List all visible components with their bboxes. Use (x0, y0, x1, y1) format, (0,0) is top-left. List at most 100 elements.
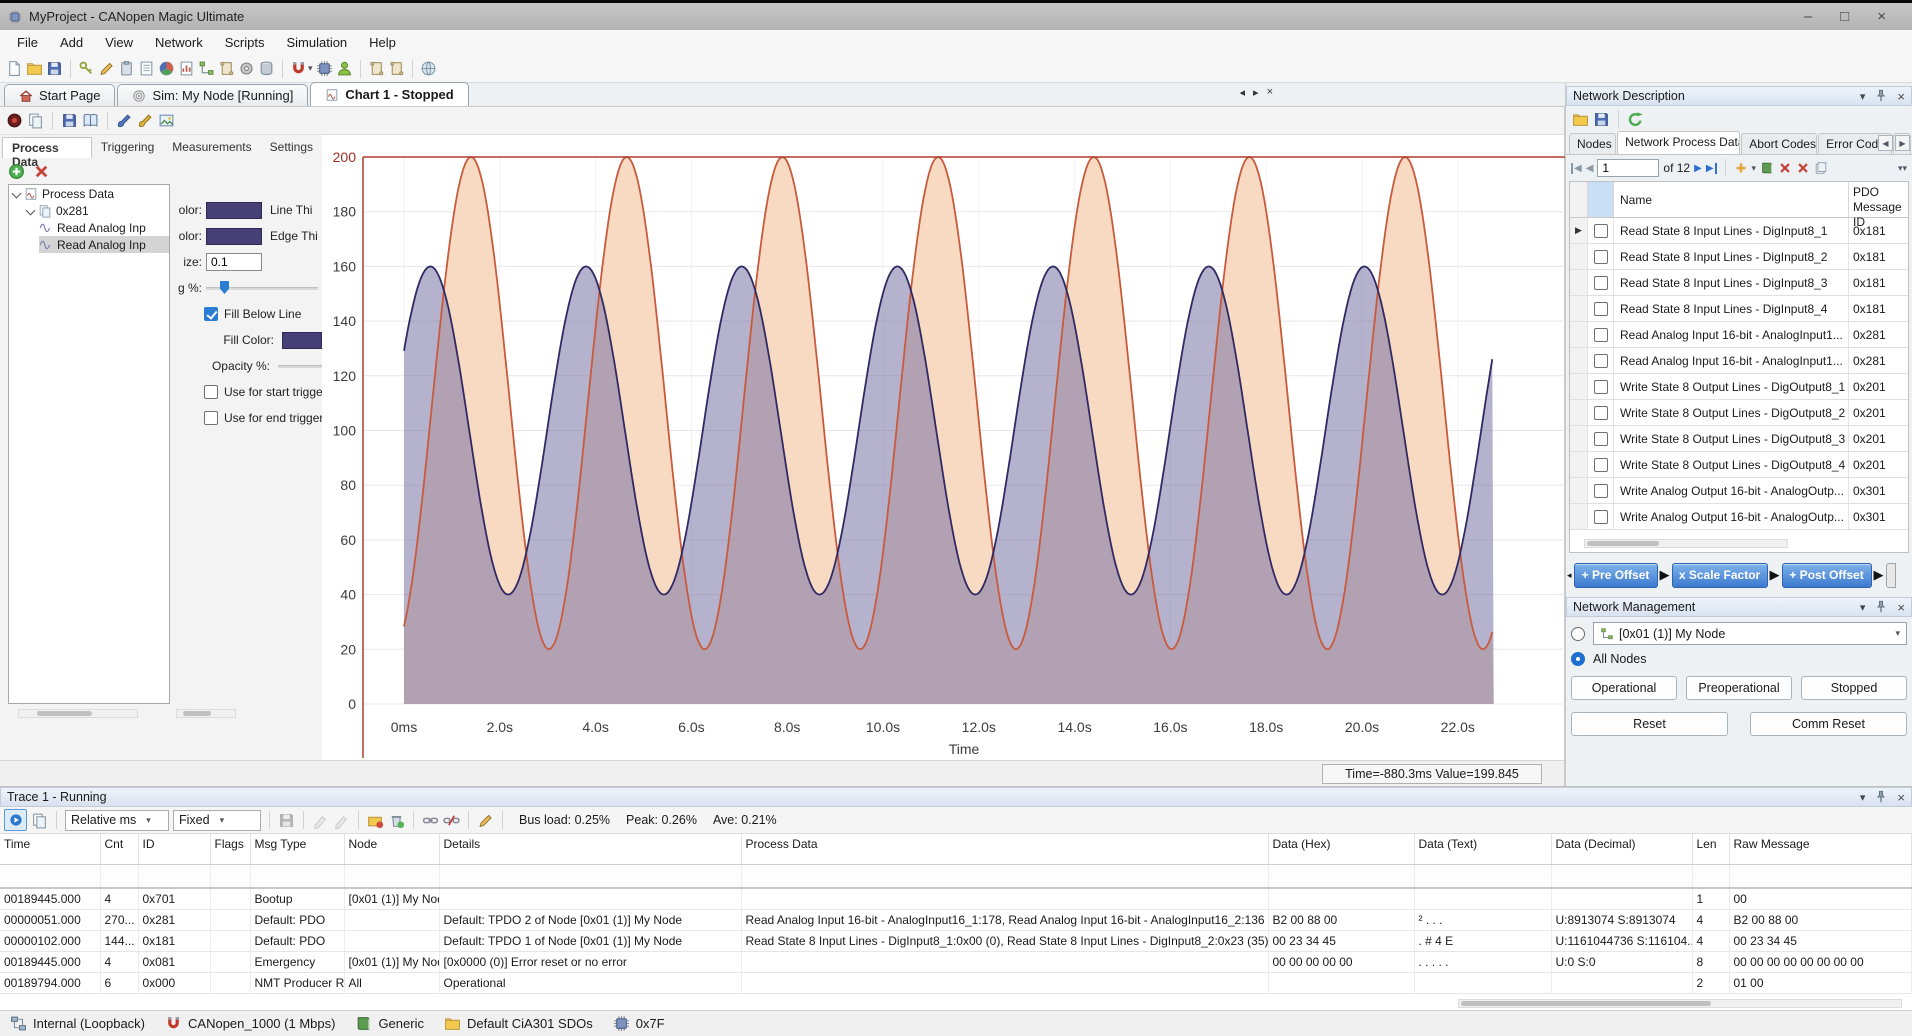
record-icon[interactable] (6, 112, 23, 129)
trace-row[interactable]: 00189445.00040x081Emergency[0x01 (1)] My… (0, 951, 1912, 972)
operational-button[interactable]: Operational (1571, 676, 1677, 700)
table-row[interactable]: Write Analog Output 16-bit - AnalogOutp.… (1570, 504, 1908, 530)
statusbar-item[interactable]: Default CiA301 SDOs (444, 1015, 593, 1032)
row-selector[interactable] (1570, 452, 1588, 477)
row-checkbox[interactable] (1594, 224, 1608, 238)
table-row[interactable]: Write Analog Output 16-bit - AnalogOutp.… (1570, 478, 1908, 504)
tab-abort-codes[interactable]: Abort Codes (1741, 133, 1817, 154)
table-row[interactable]: Read State 8 Input Lines - DigInput8_40x… (1570, 296, 1908, 322)
id-format-select[interactable]: Fixed ▾ (173, 810, 261, 831)
scroll-tabs-right-button[interactable]: ▸ (1253, 86, 1259, 99)
preoperational-button[interactable]: Preoperational (1686, 676, 1792, 700)
smoothing-slider[interactable] (206, 281, 318, 295)
table-row[interactable]: Write State 8 Output Lines - DigOutput8_… (1570, 426, 1908, 452)
pdo-name-cell[interactable]: Read Analog Input 16-bit - AnalogInput1.… (1614, 348, 1849, 373)
previous-record-button[interactable]: ◀ (1586, 163, 1594, 174)
chevron-down-icon[interactable]: ▾ (308, 63, 313, 74)
row-selector[interactable] (1570, 296, 1588, 321)
overflow-chevron-icon[interactable]: ▾▾ (1898, 163, 1907, 174)
trace-table[interactable]: TimeCntIDFlagsMsg TypeNodeDetailsProcess… (0, 834, 1912, 994)
remove-process-data-button[interactable] (33, 163, 50, 180)
menu-help[interactable]: Help (358, 32, 407, 53)
add-process-data-button[interactable] (8, 163, 25, 180)
chart-plot-area[interactable]: 0204060801001201401601802000ms2.0s4.0s6.… (322, 135, 1564, 760)
close-tab-button[interactable]: × (1267, 86, 1273, 99)
row-selector[interactable] (1570, 374, 1588, 399)
row-checkbox[interactable] (1594, 250, 1608, 264)
script-icon[interactable] (218, 60, 235, 77)
pen-icon[interactable] (477, 812, 494, 829)
partial-flow-button[interactable] (1886, 563, 1896, 588)
filter-cell[interactable] (741, 864, 1268, 888)
tab-network-process-data[interactable]: Network Process Data (1617, 131, 1740, 154)
single-node-radio[interactable] (1571, 627, 1585, 641)
scale-factor-button[interactable]: x Scale Factor (1672, 563, 1768, 588)
column-header-time[interactable]: Time (0, 834, 100, 864)
filter-cell[interactable] (138, 864, 210, 888)
tab-triggering[interactable]: Triggering (92, 137, 164, 158)
row-selector[interactable] (1570, 478, 1588, 503)
key-icon[interactable] (78, 60, 95, 77)
pdo-id-cell[interactable]: 0x281 (1849, 322, 1908, 347)
chevron-down-icon[interactable]: ▾ (1860, 90, 1866, 103)
pdo-name-cell[interactable]: Write State 8 Output Lines - DigOutput8_… (1614, 374, 1849, 399)
save-icon[interactable] (1593, 111, 1610, 128)
tab-measurements[interactable]: Measurements (163, 137, 260, 158)
use-start-trigger-checkbox[interactable] (204, 385, 218, 399)
close-icon[interactable]: × (1897, 790, 1905, 805)
menu-scripts[interactable]: Scripts (214, 32, 276, 53)
tree-item-root[interactable]: Process Data (9, 185, 169, 202)
pdo-id-cell[interactable]: 0x201 (1849, 374, 1908, 399)
save-icon[interactable] (278, 812, 295, 829)
pin-icon[interactable] (1874, 790, 1888, 804)
table-row[interactable]: Read Analog Input 16-bit - AnalogInput1.… (1570, 322, 1908, 348)
filter-cell[interactable] (1551, 864, 1692, 888)
pdo-id-cell[interactable]: 0x181 (1849, 296, 1908, 321)
open-icon[interactable] (1572, 111, 1589, 128)
pdo-id-cell[interactable]: 0x181 (1849, 244, 1908, 269)
report-icon[interactable] (178, 60, 195, 77)
menu-view[interactable]: View (94, 32, 144, 53)
marker2-icon[interactable] (333, 812, 350, 829)
delete-all-icon[interactable] (1796, 161, 1810, 175)
node-select[interactable]: [0x01 (1)] My Node ▾ (1593, 622, 1907, 645)
size-input[interactable] (206, 253, 262, 271)
edge-color-swatch[interactable] (206, 228, 262, 245)
column-header-details[interactable]: Details (439, 834, 741, 864)
row-checkbox[interactable] (1594, 276, 1608, 290)
all-nodes-radio[interactable] (1571, 652, 1585, 666)
pdo-name-cell[interactable]: Write Analog Output 16-bit - AnalogOutp.… (1614, 478, 1849, 503)
pen-icon[interactable] (98, 60, 115, 77)
database-icon[interactable] (258, 60, 275, 77)
menu-add[interactable]: Add (49, 32, 94, 53)
filter-cell[interactable] (439, 864, 741, 888)
chevron-down-icon[interactable]: ▾ (1860, 601, 1866, 614)
colors-icon[interactable] (158, 60, 175, 77)
style2-icon[interactable] (137, 112, 154, 129)
pdo-id-cell[interactable]: 0x301 (1849, 504, 1908, 529)
open-icon[interactable] (26, 60, 43, 77)
pdo-id-cell[interactable]: 0x201 (1849, 452, 1908, 477)
filter-cell[interactable] (1414, 864, 1551, 888)
minimize-button[interactable]: – (1804, 8, 1812, 25)
pdo-id-cell[interactable]: 0x201 (1849, 400, 1908, 425)
row-selector[interactable] (1570, 400, 1588, 425)
menu-file[interactable]: File (6, 32, 49, 53)
new-icon[interactable] (6, 60, 23, 77)
chevron-down-icon[interactable]: ▾ (1860, 791, 1866, 804)
simulator-icon[interactable] (613, 1015, 630, 1032)
pdo-id-cell[interactable]: 0x181 (1849, 270, 1908, 295)
process-data-tree[interactable]: Process Data 0x281 Read Analog Inp (8, 184, 170, 704)
marker-icon[interactable] (312, 812, 329, 829)
trace-row[interactable]: 00189794.00060x000NMT Producer R...AllOp… (0, 972, 1912, 993)
column-header-raw-message[interactable]: Raw Message (1729, 834, 1912, 864)
next-record-button[interactable]: ▶ (1694, 163, 1702, 174)
row-checkbox[interactable] (1594, 484, 1608, 498)
pdo-name-cell[interactable]: Write State 8 Output Lines - DigOutput8_… (1614, 452, 1849, 477)
tab-sim-my-node-running-[interactable]: Sim: My Node [Running] (117, 84, 308, 106)
table-hscrollbar[interactable] (1584, 539, 1788, 548)
layers-icon[interactable] (1814, 161, 1828, 175)
column-header-cnt[interactable]: Cnt (100, 834, 138, 864)
connect-icon[interactable] (165, 1015, 182, 1032)
start-stop-trace-button[interactable] (4, 809, 27, 831)
